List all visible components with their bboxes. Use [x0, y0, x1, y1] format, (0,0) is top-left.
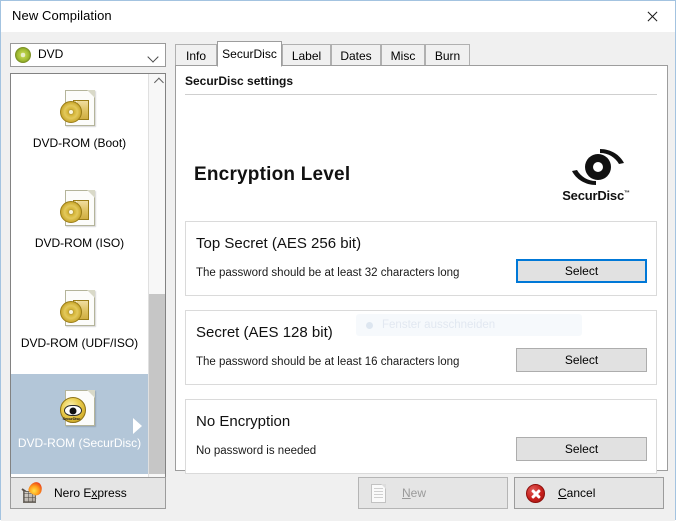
- chevron-down-icon: [147, 51, 159, 63]
- chevron-up-icon: [153, 77, 164, 88]
- nero-express-button[interactable]: Nero Express: [10, 477, 166, 509]
- media-type-combo[interactable]: DVD: [10, 43, 166, 67]
- list-item-label: DVD-ROM (UDF/ISO): [20, 336, 139, 350]
- list-item-label: DVD-ROM (SecurDisc): [17, 436, 142, 450]
- select-button-top-secret[interactable]: Select: [516, 259, 647, 283]
- disc-document-icon: [59, 288, 101, 330]
- tab-label-text: Label: [291, 48, 322, 63]
- new-compilation-window: New Compilation DVD DVD-ROM (Boot) DVD-R…: [0, 0, 676, 521]
- window-client-area: DVD DVD-ROM (Boot) DVD-ROM (ISO) DVD-ROM…: [1, 32, 675, 521]
- tab-info[interactable]: Info: [175, 44, 217, 66]
- tab-burn[interactable]: Burn: [425, 44, 470, 66]
- cancel-button[interactable]: Cancel: [514, 477, 664, 509]
- compilation-type-list[interactable]: DVD-ROM (Boot) DVD-ROM (ISO) DVD-ROM (UD…: [10, 73, 166, 498]
- list-scrollbar[interactable]: [148, 74, 165, 497]
- snip-toolbar-ghost: Fenster ausschneiden: [356, 314, 582, 336]
- tab-label[interactable]: Label: [282, 44, 331, 66]
- nero-express-label: Nero Express: [54, 486, 127, 500]
- disc-document-icon: [59, 88, 101, 130]
- tab-dates[interactable]: Dates: [331, 44, 381, 66]
- securdisc-tab-panel: SecurDisc settings Encryption Level Secu…: [175, 65, 668, 474]
- securdisc-document-icon: SecurDisc: [59, 388, 101, 430]
- list-item-label: DVD-ROM (Boot): [32, 136, 127, 150]
- disc-icon: [15, 47, 31, 63]
- option-title: Top Secret (AES 256 bit): [196, 235, 362, 252]
- encryption-option-none[interactable]: No Encryption No password is needed Sele…: [185, 399, 657, 474]
- close-button[interactable]: [629, 1, 675, 31]
- securdisc-logo: SecurDisc™: [548, 146, 644, 208]
- group-divider: [185, 94, 657, 95]
- window-title: New Compilation: [12, 8, 112, 23]
- option-title: Secret (AES 128 bit): [196, 324, 333, 341]
- close-icon: [646, 10, 659, 23]
- list-item[interactable]: DVD-ROM (Boot): [11, 74, 148, 174]
- list-items-container: DVD-ROM (Boot) DVD-ROM (ISO) DVD-ROM (UD…: [11, 74, 148, 497]
- list-item-securdisc[interactable]: SecurDisc DVD-ROM (SecurDisc): [11, 374, 148, 474]
- tab-label: SecurDisc: [222, 47, 277, 61]
- snip-toolbar-label: Fenster ausschneiden: [382, 319, 496, 331]
- tab-misc[interactable]: Misc: [381, 44, 425, 66]
- list-item[interactable]: DVD-ROM (UDF/ISO): [11, 274, 148, 374]
- cancel-circle-icon: [524, 482, 546, 504]
- new-document-icon: [368, 482, 390, 504]
- tab-securdisc[interactable]: SecurDisc: [217, 41, 282, 67]
- list-item[interactable]: DVD-ROM (ISO): [11, 174, 148, 274]
- media-type-value: DVD: [38, 47, 64, 61]
- tab-label: Misc: [390, 48, 416, 63]
- option-description: The password should be at least 16 chara…: [196, 356, 460, 368]
- cancel-label: Cancel: [558, 486, 596, 500]
- new-label: New: [402, 486, 427, 500]
- encryption-option-top-secret[interactable]: Top Secret (AES 256 bit) The password sh…: [185, 221, 657, 296]
- securdisc-logo-text: SecurDisc™: [562, 188, 630, 203]
- disc-document-icon: [59, 188, 101, 230]
- tab-label: Burn: [434, 48, 461, 63]
- chevron-right-icon: [133, 418, 142, 434]
- scrollbar-thumb[interactable]: [149, 294, 165, 474]
- new-button[interactable]: New: [358, 477, 508, 509]
- scroll-up-button[interactable]: [149, 74, 165, 91]
- select-button-no-encryption[interactable]: Select: [516, 437, 647, 461]
- dialog-button-bar: Nero Express New Cancel: [1, 472, 675, 521]
- select-button-secret[interactable]: Select: [516, 348, 647, 372]
- option-description: The password should be at least 32 chara…: [196, 267, 460, 279]
- securdisc-eye-logo: [572, 149, 624, 185]
- trademark-mark: ™: [623, 190, 630, 197]
- tab-label: Info: [185, 48, 206, 63]
- option-title: No Encryption: [196, 413, 291, 430]
- encryption-option-secret[interactable]: Fenster ausschneiden Secret (AES 128 bit…: [185, 310, 657, 385]
- tab-label: Dates: [340, 48, 372, 63]
- snip-dot-icon: [366, 321, 373, 329]
- nero-torch-icon: [20, 480, 44, 504]
- title-bar: New Compilation: [1, 1, 675, 32]
- list-item-label: DVD-ROM (ISO): [34, 236, 125, 250]
- group-title: SecurDisc settings: [185, 74, 294, 88]
- option-description: No password is needed: [196, 445, 317, 457]
- page-title: Encryption Level: [194, 164, 351, 185]
